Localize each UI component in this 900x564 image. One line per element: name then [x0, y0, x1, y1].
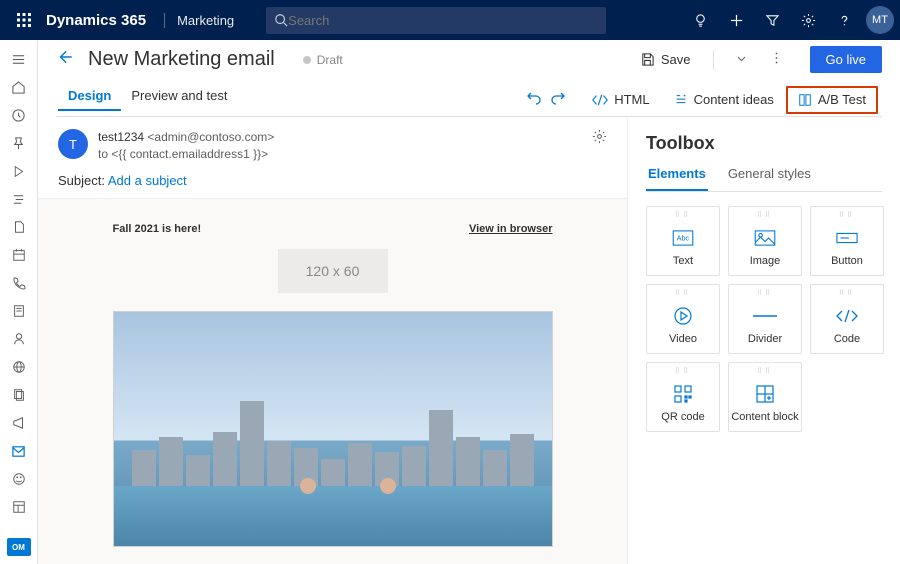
tile-content-block[interactable]: ⠿⠿Content block	[728, 362, 802, 432]
more-vertical-icon	[775, 51, 778, 65]
play-icon[interactable]	[5, 158, 33, 184]
megaphone-icon[interactable]	[5, 410, 33, 436]
copy-icon[interactable]	[5, 382, 33, 408]
view-in-browser-link[interactable]: View in browser	[469, 223, 553, 235]
save-button[interactable]: Save	[634, 48, 697, 71]
help-icon[interactable]	[828, 4, 860, 36]
pin-icon[interactable]	[5, 130, 33, 156]
tile-text[interactable]: ⠿⠿AbcText	[646, 206, 720, 276]
hamburger-icon[interactable]	[5, 46, 33, 72]
user-avatar[interactable]: MT	[866, 6, 894, 34]
tile-button[interactable]: ⠿⠿Button	[810, 206, 884, 276]
chevron-down-icon	[736, 53, 747, 64]
save-icon	[640, 52, 655, 67]
ideas-icon	[674, 93, 688, 107]
filter-icon[interactable]	[756, 4, 788, 36]
phone-icon[interactable]	[5, 270, 33, 296]
back-button[interactable]	[56, 48, 74, 71]
sender-info: test1234 <admin@contoso.com> to <{{ cont…	[98, 129, 274, 163]
redo-button[interactable]	[550, 90, 566, 109]
tile-divider[interactable]: ⠿⠿Divider	[728, 284, 802, 354]
logo-placeholder[interactable]: 120 x 60	[278, 249, 388, 293]
tile-image[interactable]: ⠿⠿Image	[728, 206, 802, 276]
toolbox-tab-elements[interactable]: Elements	[646, 166, 708, 191]
sender-avatar: T	[58, 129, 88, 159]
page-icon[interactable]	[5, 214, 33, 240]
person-icon[interactable]	[5, 326, 33, 352]
globe-icon[interactable]	[5, 354, 33, 380]
plus-icon[interactable]	[720, 4, 752, 36]
tab-preview[interactable]: Preview and test	[121, 88, 237, 111]
om-badge[interactable]: OM	[7, 538, 31, 556]
template-icon[interactable]	[5, 494, 33, 520]
go-live-button[interactable]: Go live	[810, 46, 882, 73]
tile-video[interactable]: ⠿⠿Video	[646, 284, 720, 354]
toolbox-tab-styles[interactable]: General styles	[726, 166, 813, 191]
add-subject-link[interactable]: Add a subject	[108, 173, 187, 188]
calendar-icon[interactable]	[5, 242, 33, 268]
ab-test-button[interactable]: A/B Test	[786, 86, 878, 114]
email-canvas: T test1234 <admin@contoso.com> to <{{ co…	[38, 117, 628, 564]
toolbox-title: Toolbox	[646, 133, 882, 154]
code-icon	[592, 94, 608, 106]
gear-icon[interactable]	[792, 4, 824, 36]
app-launcher-icon[interactable]	[6, 13, 42, 27]
search-input[interactable]	[288, 13, 598, 28]
preview-headline: Fall 2021 is here!	[113, 223, 202, 235]
tile-code[interactable]: ⠿⠿Code	[810, 284, 884, 354]
lightbulb-icon[interactable]	[684, 4, 716, 36]
global-search[interactable]	[266, 7, 606, 34]
emoji-icon[interactable]	[5, 466, 33, 492]
undo-button[interactable]	[526, 90, 542, 109]
ab-test-icon	[798, 93, 812, 107]
mail-icon[interactable]	[5, 438, 33, 464]
save-dropdown[interactable]	[730, 48, 753, 71]
toolbox-panel: Toolbox Elements General styles ⠿⠿AbcTex…	[628, 117, 900, 564]
search-icon	[274, 13, 288, 27]
left-nav-rail: OM	[0, 40, 38, 564]
global-top-bar: Dynamics 365 Marketing MT	[0, 0, 900, 40]
brand-name[interactable]: Dynamics 365	[42, 12, 156, 29]
brand-module[interactable]: Marketing	[164, 13, 246, 28]
content-ideas-button[interactable]: Content ideas	[662, 83, 786, 117]
html-button[interactable]: HTML	[580, 83, 661, 117]
svg-text:Abc: Abc	[677, 235, 690, 243]
tab-design[interactable]: Design	[58, 88, 121, 111]
form-icon[interactable]	[5, 298, 33, 324]
page-title: New Marketing email	[88, 48, 275, 71]
subject-row[interactable]: Subject: Add a subject	[58, 173, 607, 188]
status-badge: Draft	[303, 53, 343, 67]
more-button[interactable]	[767, 47, 786, 72]
tile-qr[interactable]: ⠿⠿QR code	[646, 362, 720, 432]
hero-image[interactable]	[113, 311, 553, 547]
sender-settings-icon[interactable]	[592, 129, 607, 147]
clock-icon[interactable]	[5, 102, 33, 128]
home-icon[interactable]	[5, 74, 33, 100]
segments-icon[interactable]	[5, 186, 33, 212]
